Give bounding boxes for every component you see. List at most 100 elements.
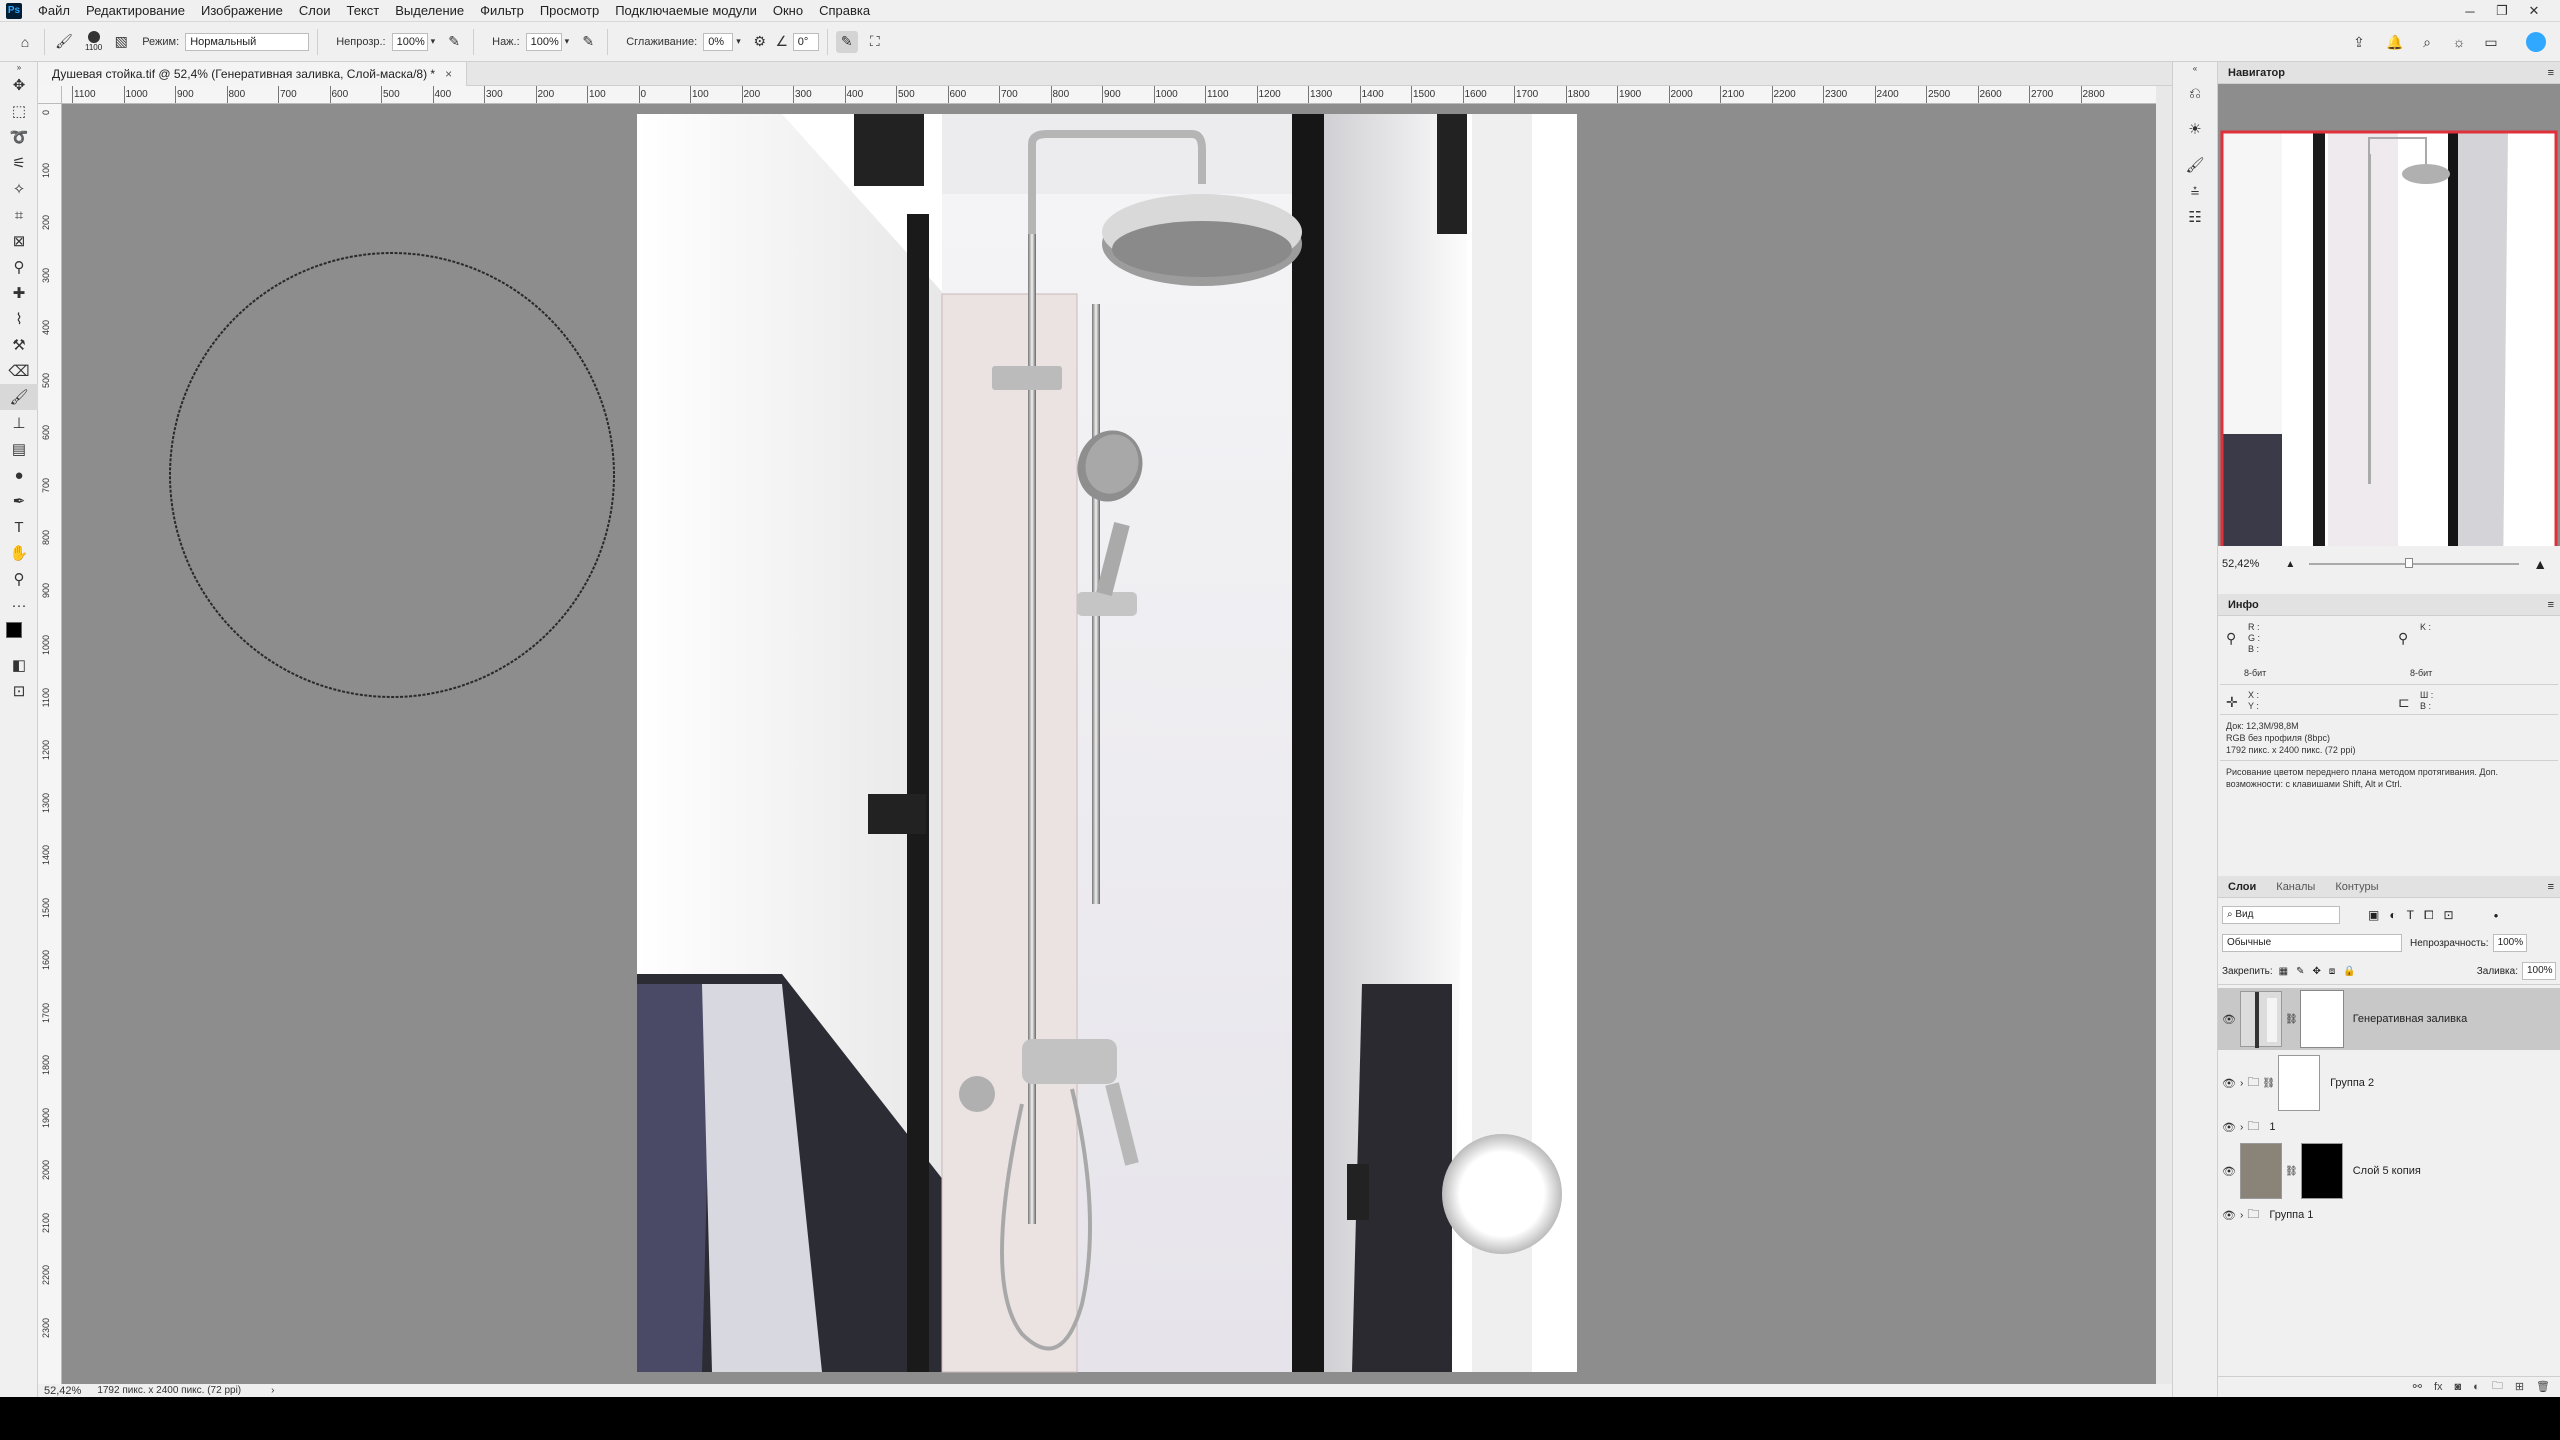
quick-mask-icon[interactable]: ◧ [0, 652, 38, 678]
menu-text[interactable]: Текст [339, 0, 388, 22]
minimize-icon[interactable]: ─ [2454, 0, 2486, 22]
lock-pixels-icon[interactable]: ✎ [2296, 966, 2304, 977]
pressure-opacity-icon[interactable]: ✎ [443, 31, 465, 53]
restore-icon[interactable]: ❐ [2486, 0, 2518, 22]
history-icon[interactable]: ⎌ [2173, 80, 2217, 106]
magic-wand-tool-icon[interactable]: ✧ [0, 176, 38, 202]
ruler-origin[interactable] [38, 86, 62, 104]
eraser-tool-icon[interactable]: ⌫ [0, 358, 38, 384]
panel-menu-icon[interactable]: ≡ [2548, 67, 2554, 79]
chevron-down-icon[interactable]: ▾ [431, 36, 436, 47]
collapse-icon[interactable]: » [0, 62, 38, 72]
pressure-size-icon[interactable]: ✎ [835, 30, 858, 53]
filter-type-icon[interactable]: T [2407, 908, 2414, 922]
object-select-tool-icon[interactable]: ⚟ [0, 150, 38, 176]
menu-filter[interactable]: Фильтр [472, 0, 532, 22]
tab-channels[interactable]: Каналы [2266, 881, 2325, 893]
navigator-title[interactable]: Навигатор [2218, 67, 2295, 79]
home-icon[interactable]: ⌂ [14, 31, 36, 53]
layer-mask-thumbnail[interactable] [2300, 1143, 2343, 1199]
properties-icon[interactable]: ☷ [2173, 204, 2217, 230]
layer-mask-thumbnail[interactable] [2299, 990, 2344, 1048]
menu-image[interactable]: Изображение [193, 0, 291, 22]
brush-settings-icon[interactable]: ▧ [110, 31, 132, 53]
layer-row[interactable]: 👁 ⛓ Слой 5 копия [2218, 1140, 2560, 1202]
pen-tool-icon[interactable]: ✒ [0, 488, 38, 514]
chevron-right-icon[interactable]: › [2240, 1078, 2243, 1089]
menu-file[interactable]: Файл [30, 0, 78, 22]
eye-icon[interactable]: 👁 [2218, 1209, 2240, 1222]
brushes-icon[interactable]: 🖌 [2173, 152, 2217, 178]
menu-edit[interactable]: Редактирование [78, 0, 193, 22]
link-icon[interactable]: ⛓ [2285, 1166, 2298, 1177]
layer-thumbnail[interactable] [2240, 991, 2282, 1048]
fx-icon[interactable]: fx [2434, 1381, 2443, 1393]
filter-shape-icon[interactable]: ⧠ [2424, 908, 2434, 923]
clone-stamp-tool-icon[interactable]: ⚒ [0, 332, 38, 358]
screen-mode-icon[interactable]: ⊡ [0, 678, 38, 704]
brush-tool-icon[interactable]: 🖌 [0, 384, 38, 410]
navigator-zoom-value[interactable]: 52,42% [2222, 558, 2259, 570]
color-swatches[interactable] [0, 618, 38, 652]
menu-window[interactable]: Окно [765, 0, 811, 22]
delete-layer-icon[interactable]: 🗑 [2536, 1380, 2550, 1393]
discover-icon[interactable]: ☼ [2448, 31, 2470, 53]
spot-healing-tool-icon[interactable]: ⌇ [0, 306, 38, 332]
layer-opacity-input[interactable]: 100% [2492, 934, 2527, 952]
filter-smart-object-icon[interactable]: ⊡ [2444, 908, 2454, 922]
dodge-tool-icon[interactable]: ● [0, 462, 38, 488]
link-icon[interactable]: ⛓ [2285, 1014, 2298, 1025]
zoom-level[interactable]: 52,42% [44, 1385, 81, 1397]
brush-settings-icon[interactable]: ⩮ [2173, 178, 2217, 204]
filter-adjustment-icon[interactable]: ◐ [2389, 908, 2396, 922]
chevron-right-icon[interactable]: › [2240, 1210, 2243, 1221]
fill-input[interactable]: 100% [2522, 962, 2556, 980]
lock-all-icon[interactable]: 🔒 [2343, 966, 2355, 977]
filter-toggle-icon[interactable]: ● [2494, 911, 2499, 920]
layer-name[interactable]: Слой 5 копия [2353, 1165, 2421, 1177]
eye-icon[interactable]: 👁 [2218, 1121, 2240, 1134]
workspace-icon[interactable]: ▭ [2480, 31, 2502, 53]
gradient-tool-icon[interactable]: ▤ [0, 436, 38, 462]
foreground-color[interactable] [6, 622, 22, 638]
group-mask-thumbnail[interactable] [2278, 1055, 2321, 1111]
menu-view[interactable]: Просмотр [532, 0, 607, 22]
opacity-input[interactable]: 100% [391, 32, 428, 51]
bell-icon[interactable]: 🔔 [2384, 31, 2406, 53]
stamp-tool-icon[interactable]: ⊥ [0, 410, 38, 436]
lock-artboard-icon[interactable]: ⧈ [2329, 966, 2335, 977]
panel-menu-icon[interactable]: ≡ [2548, 599, 2554, 611]
airbrush-icon[interactable]: ✎ [577, 31, 599, 53]
ruler-horizontal[interactable]: 1100 1000 900 800 700 600 500 400 300 200 100 0 100 2… [62, 86, 2156, 104]
zoom-in-icon[interactable]: ▲ [2533, 556, 2547, 572]
angle-input[interactable]: 0° [792, 32, 819, 51]
new-layer-icon[interactable]: ⊞ [2515, 1380, 2524, 1393]
navigator-thumbnail[interactable] [2218, 84, 2560, 582]
close-tab-icon[interactable]: × [445, 67, 452, 81]
layer-name[interactable]: 1 [2269, 1121, 2275, 1133]
frame-tool-icon[interactable]: ⊠ [0, 228, 38, 254]
close-icon[interactable]: ✕ [2518, 0, 2550, 22]
lock-position-icon[interactable]: ✥ [2313, 966, 2321, 977]
filter-pixel-icon[interactable]: ▣ [2368, 908, 2379, 922]
brush-tool-icon[interactable]: 🖌 [53, 31, 75, 53]
layer-filter-select[interactable]: ⌕ Вид [2222, 906, 2340, 924]
layer-name[interactable]: Группа 2 [2330, 1077, 2374, 1089]
zoom-slider[interactable] [2309, 558, 2520, 568]
type-tool-icon[interactable]: T [0, 514, 38, 540]
pressure-input[interactable]: 100% [525, 32, 562, 51]
panel-menu-icon[interactable]: ≡ [2548, 881, 2554, 893]
adjustments-icon[interactable]: ☀ [2173, 116, 2217, 142]
collapse-icon[interactable]: « [2173, 62, 2217, 74]
menu-select[interactable]: Выделение [387, 0, 472, 22]
zoom-slider-handle[interactable] [2405, 558, 2414, 568]
search-icon[interactable]: ⌕ [2416, 31, 2438, 53]
document-canvas[interactable] [62, 104, 2156, 1394]
eye-icon[interactable]: 👁 [2218, 1077, 2240, 1090]
new-group-icon[interactable]: 🗀 [2492, 1377, 2503, 1396]
lasso-tool-icon[interactable]: ➰ [0, 124, 38, 150]
hand-tool-icon[interactable]: ✋ [0, 540, 38, 566]
crop-tool-icon[interactable]: ⌗ [0, 202, 38, 228]
symmetry-icon[interactable]: ⛶ [864, 31, 886, 53]
add-mask-icon[interactable]: ◙ [2455, 1381, 2462, 1393]
